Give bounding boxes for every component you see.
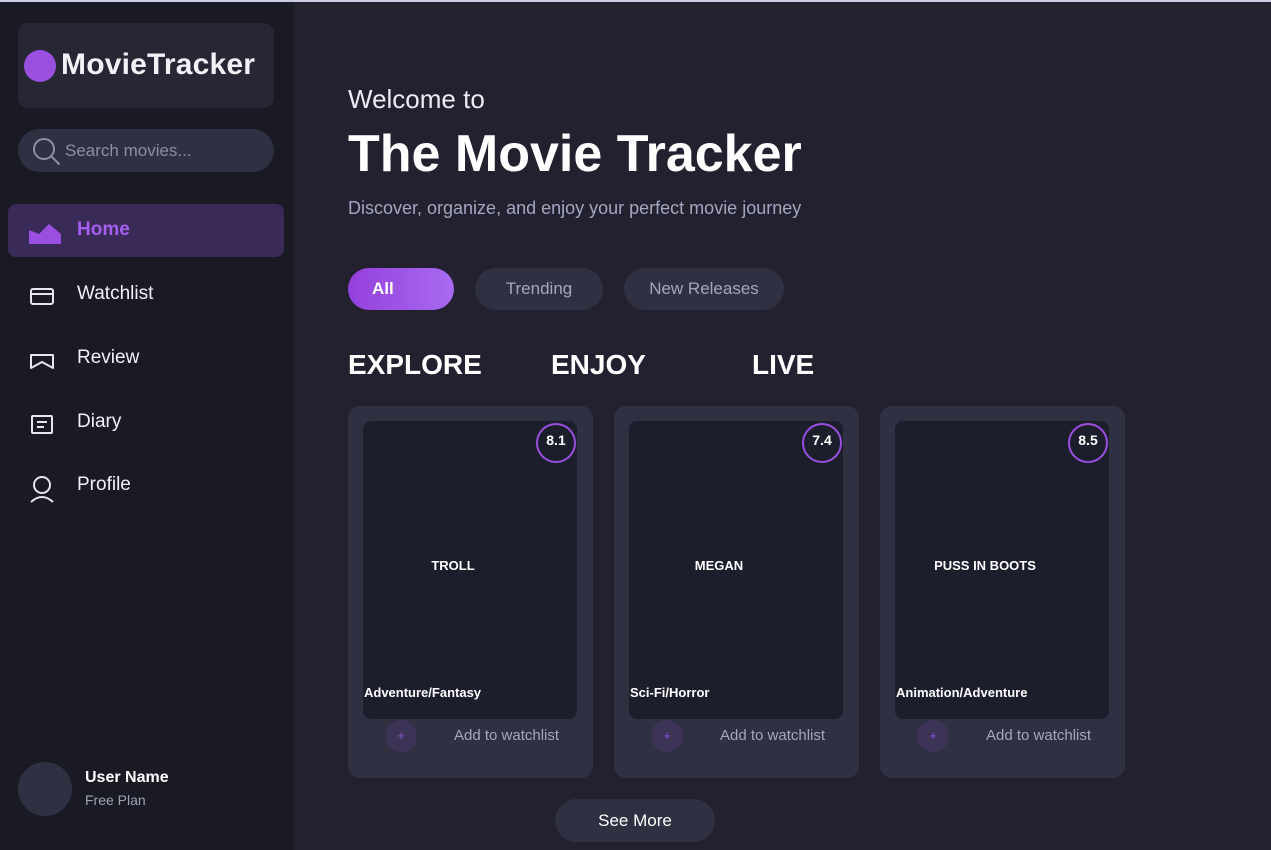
sidebar-item-home[interactable]: Home xyxy=(8,204,284,257)
brand-name: MovieTracker xyxy=(61,48,256,81)
add-to-watchlist-button[interactable]: + xyxy=(385,720,417,752)
page-subtitle: Discover, organize, and enjoy your perfe… xyxy=(348,198,802,218)
movie-genre: Animation/Adventure xyxy=(896,685,1028,700)
movie-poster[interactable]: 8.5 PUSS IN BOOTS Animation/Adventure xyxy=(895,421,1109,719)
movie-poster[interactable]: 8.1 TROLL Adventure/Fantasy xyxy=(363,421,577,719)
movie-card[interactable]: 8.1 TROLL Adventure/Fantasy + Add to wat… xyxy=(348,406,593,778)
watchlist-icon xyxy=(30,288,54,305)
search-icon xyxy=(33,138,60,165)
section-explore: EXPLORE xyxy=(348,349,482,380)
sidebar-item-profile[interactable]: Profile xyxy=(8,459,284,512)
movie-poster[interactable]: 7.4 MEGAN Sci-Fi/Horror xyxy=(629,421,843,719)
section-enjoy: ENJOY xyxy=(551,349,646,380)
filter-trending[interactable]: Trending xyxy=(475,268,603,310)
add-to-watchlist-link[interactable]: Add to watchlist xyxy=(720,727,825,744)
sidebar-item-label: Watchlist xyxy=(77,283,154,304)
sidebar-item-diary[interactable]: Diary xyxy=(8,396,284,449)
review-icon xyxy=(30,354,54,369)
home-icon xyxy=(29,224,61,244)
page-title: The Movie Tracker xyxy=(348,125,802,183)
search-input[interactable] xyxy=(65,129,265,172)
user-name: User Name xyxy=(85,769,169,786)
add-to-watchlist-link[interactable]: Add to watchlist xyxy=(986,727,1091,744)
welcome-text: Welcome to xyxy=(348,84,485,114)
rating-badge: 7.4 xyxy=(802,423,842,463)
movie-card[interactable]: 8.5 PUSS IN BOOTS Animation/Adventure + … xyxy=(880,406,1125,778)
movie-title: MEGAN xyxy=(694,558,744,573)
brand-logo-block[interactable]: MovieTracker xyxy=(18,23,274,108)
movie-card[interactable]: 7.4 MEGAN Sci-Fi/Horror + Add to watchli… xyxy=(614,406,859,778)
search-box xyxy=(18,129,274,172)
rating-badge: 8.5 xyxy=(1068,423,1108,463)
sidebar-item-label: Profile xyxy=(77,474,131,495)
sidebar-item-watchlist[interactable]: Watchlist xyxy=(8,268,284,321)
sidebar-item-label: Home xyxy=(77,219,130,240)
add-to-watchlist-link[interactable]: Add to watchlist xyxy=(454,727,559,744)
filter-new-releases[interactable]: New Releases xyxy=(624,268,784,310)
sidebar: MovieTracker Home Watchlist Review xyxy=(0,2,294,850)
movie-title: TROLL xyxy=(431,558,475,573)
movie-genre: Adventure/Fantasy xyxy=(364,685,482,700)
sidebar-item-review[interactable]: Review xyxy=(8,332,284,385)
add-to-watchlist-button[interactable]: + xyxy=(651,720,683,752)
see-more-button[interactable]: See More xyxy=(555,799,715,842)
add-to-watchlist-button[interactable]: + xyxy=(917,720,949,752)
movie-title: PUSS IN BOOTS xyxy=(934,558,1036,573)
brand-logo-icon xyxy=(24,50,56,82)
filter-all[interactable]: All xyxy=(348,268,454,310)
diary-icon xyxy=(31,415,53,434)
avatar[interactable] xyxy=(18,762,72,816)
sidebar-item-label: Diary xyxy=(77,411,122,432)
sidebar-item-label: Review xyxy=(77,347,140,368)
movie-genre: Sci-Fi/Horror xyxy=(630,685,710,700)
section-live: LIVE xyxy=(752,349,815,380)
rating-badge: 8.1 xyxy=(536,423,576,463)
user-plan: Free Plan xyxy=(85,792,146,808)
profile-icon xyxy=(30,476,54,503)
